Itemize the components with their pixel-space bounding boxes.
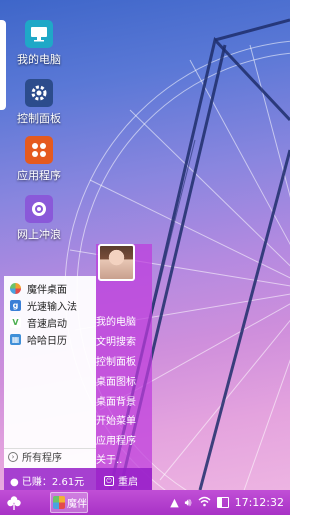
clover-icon [7, 495, 21, 510]
taskbar-item-magic-desktop[interactable]: 魔伴 [50, 492, 88, 513]
apps-icon [25, 136, 53, 164]
wifi-icon[interactable] [198, 496, 211, 510]
input-method-icon: g [10, 300, 21, 311]
all-programs-button[interactable]: › 所有程序 [4, 448, 96, 464]
power-icon: ⏻ [104, 475, 114, 486]
menu-link-about[interactable]: 关于.. [96, 451, 122, 466]
gear-icon [25, 79, 53, 107]
desktop-icon-label: 应用程序 [17, 169, 61, 182]
start-menu-footer: ● 已赚：2.61元 ⏻ 重启 [4, 468, 152, 490]
magic-desktop-icon [10, 283, 21, 294]
app-item-label: 哈哈日历 [27, 336, 67, 347]
clock[interactable]: 17:12:32 [235, 496, 284, 509]
app-item-label: 魔伴桌面 [27, 285, 67, 296]
app-item-calendar[interactable]: ▦ 哈哈日历 [4, 331, 96, 348]
all-programs-label: 所有程序 [22, 453, 62, 464]
restart-label: 重启 [118, 477, 138, 488]
menu-link-applications[interactable]: 应用程序 [96, 432, 136, 447]
desktop: 我的电脑 控制面板 应用程序 网上冲浪 魔伴桌面 g 光速输入法 V 音速启动 … [0, 0, 290, 490]
start-menu-app-list: 魔伴桌面 g 光速输入法 V 音速启动 ▦ 哈哈日历 › 所有程序 [4, 276, 96, 490]
desktop-icon-my-computer[interactable]: 我的电脑 [4, 20, 74, 67]
app-item-launcher[interactable]: V 音速启动 [4, 314, 96, 331]
desktop-icon-control-panel[interactable]: 控制面板 [4, 79, 74, 126]
desktop-icon-applications[interactable]: 应用程序 [4, 136, 74, 183]
system-tray: ▲ 🔊︎ 17:12:32 [164, 490, 284, 515]
menu-link-my-computer[interactable]: 我的电脑 [96, 313, 136, 328]
app-item-magic-desktop[interactable]: 魔伴桌面 [4, 280, 96, 297]
chevron-up-icon[interactable]: ▲ [170, 496, 178, 509]
desktop-icon-browser[interactable]: 网上冲浪 [4, 195, 74, 242]
v-launch-icon: V [10, 317, 21, 328]
taskbar-item-label: 魔伴 [67, 499, 87, 510]
menu-link-control-panel[interactable]: 控制面板 [96, 353, 136, 368]
menu-link-desktop-background[interactable]: 桌面背景 [96, 393, 136, 408]
menu-link-start-menu[interactable]: 开始菜单 [96, 412, 136, 427]
menu-link-search[interactable]: 文明搜索 [96, 333, 136, 348]
avatar[interactable] [98, 244, 135, 281]
arrow-right-icon: › [8, 451, 18, 462]
desktop-icon-label: 网上冲浪 [17, 228, 61, 241]
coin-icon: ● [10, 477, 19, 488]
start-button[interactable] [0, 490, 28, 515]
battery-icon[interactable] [216, 497, 229, 508]
earnings-text: ● 已赚：2.61元 [10, 473, 84, 488]
magic-desktop-icon [53, 496, 65, 509]
taskbar: 魔伴 ▲ 🔊︎ 17:12:32 [0, 490, 290, 515]
browser-icon [25, 195, 53, 223]
monitor-icon [25, 20, 53, 48]
app-item-label: 音速启动 [27, 319, 67, 330]
menu-link-desktop-icons[interactable]: 桌面图标 [96, 373, 136, 388]
app-item-label: 光速输入法 [27, 302, 77, 313]
volume-icon[interactable]: 🔊︎ [185, 496, 192, 510]
restart-button[interactable]: ⏻ 重启 [104, 473, 138, 488]
app-item-input-method[interactable]: g 光速输入法 [4, 297, 96, 314]
calendar-icon: ▦ [10, 334, 21, 345]
desktop-icon-label: 我的电脑 [17, 53, 61, 66]
desktop-icon-label: 控制面板 [17, 112, 61, 125]
earnings-label: 已赚：2.61元 [21, 477, 85, 488]
